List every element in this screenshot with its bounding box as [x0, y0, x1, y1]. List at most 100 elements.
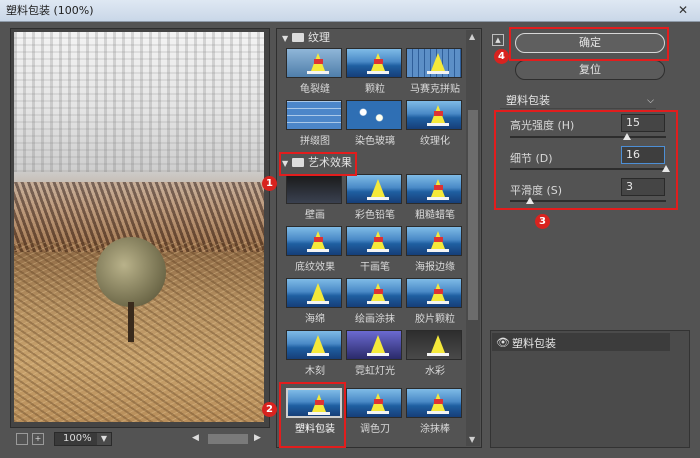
preview-tree: [96, 237, 166, 307]
thumb-label: 海报边缘: [415, 262, 455, 273]
reset-button[interactable]: 复位: [515, 60, 665, 80]
thumb-label: 木刻: [305, 366, 325, 377]
chevron-down-icon: ▼: [97, 433, 111, 445]
category-label: 纹理: [308, 31, 330, 44]
thumb-image: [286, 278, 342, 308]
thumb-image: [406, 100, 462, 130]
thumb-image: [286, 48, 342, 78]
filter-thumb-patchwork[interactable]: 拼缀图: [284, 100, 346, 150]
gallery-scroll-thumb[interactable]: [468, 110, 478, 320]
preview-scrollbar[interactable]: ◀ ▶: [192, 432, 262, 446]
annotation-badge-3: 3: [535, 214, 550, 229]
effect-layer-name: 塑料包装: [512, 337, 556, 350]
thumb-label: 纹理化: [420, 136, 450, 147]
thumb-image: [406, 330, 462, 360]
category-texture[interactable]: ▼ 纹理: [282, 30, 330, 46]
annotation-box-4: [509, 27, 669, 61]
annotation-box-3: [494, 110, 678, 210]
thumb-image: [346, 174, 402, 204]
title-bar: 塑料包装 (100%) ✕: [0, 0, 700, 22]
thumb-label: 调色刀: [360, 424, 390, 435]
thumb-label: 壁画: [305, 210, 325, 221]
filter-thumb-colored-pencil[interactable]: 彩色铅笔: [344, 174, 406, 224]
thumb-label: 拼缀图: [300, 136, 330, 147]
thumb-image: [346, 226, 402, 256]
annotation-badge-1: 1: [262, 176, 277, 191]
preview-trunk: [128, 302, 134, 342]
filter-thumb-texturizer[interactable]: 纹理化: [404, 100, 466, 150]
thumb-image: [406, 388, 462, 418]
scroll-thumb[interactable]: [208, 434, 248, 444]
annotation-box-1: [279, 152, 357, 176]
filter-thumb-stained-glass[interactable]: 染色玻璃: [344, 100, 406, 150]
scroll-up-icon[interactable]: ▲: [469, 32, 475, 41]
filter-gallery-window: 塑料包装 (100%) ✕ + 100% ▼ ◀ ▶ ▲ ▼ ▼ 纹理 龟裂缝: [0, 0, 700, 458]
filter-thumb-neon-glow[interactable]: 霓虹灯光: [344, 330, 406, 380]
eye-icon[interactable]: 👁: [496, 336, 510, 349]
fit-view-icon[interactable]: [16, 433, 28, 445]
close-icon[interactable]: ✕: [672, 3, 694, 19]
filter-thumb-palette-knife[interactable]: 调色刀: [344, 388, 406, 438]
thumb-image: [406, 174, 462, 204]
thumb-image: [346, 388, 402, 418]
expand-triangle-icon: ▼: [282, 34, 289, 43]
filter-thumb-poster-edges[interactable]: 海报边缘: [404, 226, 466, 276]
thumb-image: [346, 330, 402, 360]
filter-thumb-fresco[interactable]: 壁画: [284, 174, 346, 224]
chevron-down-icon: ⌵: [647, 96, 654, 106]
thumb-label: 胶片颗粒: [415, 314, 455, 325]
thumb-label: 颗粒: [365, 84, 385, 95]
thumb-label: 海绵: [305, 314, 325, 325]
window-title: 塑料包装 (100%): [6, 4, 94, 17]
filter-thumb-grain[interactable]: 颗粒: [344, 48, 406, 98]
filter-thumb-sponge[interactable]: 海绵: [284, 278, 346, 328]
thumb-label: 马赛克拼贴: [410, 84, 460, 95]
preview-toolbar: + 100% ▼ ◀ ▶: [14, 432, 264, 448]
filter-thumb-film-grain[interactable]: 胶片颗粒: [404, 278, 466, 328]
thumb-image: [286, 174, 342, 204]
preview-sky-texture: [14, 32, 264, 172]
scroll-left-icon[interactable]: ◀: [192, 433, 202, 443]
thumb-label: 绘画涂抹: [355, 314, 395, 325]
thumb-label: 底纹效果: [295, 262, 335, 273]
thumb-image: [406, 48, 462, 78]
thumb-image: [346, 48, 402, 78]
thumb-label: 龟裂缝: [300, 84, 330, 95]
thumb-image: [286, 330, 342, 360]
filter-thumb-mosaic-tiles[interactable]: 马赛克拼贴: [404, 48, 466, 98]
thumb-label: 霓虹灯光: [355, 366, 395, 377]
filter-select[interactable]: 塑料包装 ⌵: [500, 93, 656, 109]
thumb-image: [406, 226, 462, 256]
thumb-label: 水彩: [425, 366, 445, 377]
thumb-image: [406, 278, 462, 308]
filter-select-value: 塑料包装: [506, 94, 550, 107]
annotation-box-2: [279, 382, 346, 448]
thumb-label: 干画笔: [360, 262, 390, 273]
folder-icon: [292, 33, 304, 42]
thumb-image: [286, 100, 342, 130]
annotation-badge-4: 4: [494, 49, 509, 64]
thumb-label: 染色玻璃: [355, 136, 395, 147]
filter-thumb-smudge-stick[interactable]: 涂抹棒: [404, 388, 466, 438]
filter-thumb-rough-pastels[interactable]: 粗糙蜡笔: [404, 174, 466, 224]
collapse-gallery-icon[interactable]: ▲: [492, 34, 504, 46]
zoom-in-icon[interactable]: +: [32, 433, 44, 445]
filter-thumb-underpainting[interactable]: 底纹效果: [284, 226, 346, 276]
annotation-badge-2: 2: [262, 402, 277, 417]
thumb-image: [346, 100, 402, 130]
filter-thumb-craquelure[interactable]: 龟裂缝: [284, 48, 346, 98]
filter-thumb-cutout[interactable]: 木刻: [284, 330, 346, 380]
preview-image[interactable]: [14, 32, 264, 422]
scroll-down-icon[interactable]: ▼: [469, 435, 475, 444]
thumb-label: 粗糙蜡笔: [415, 210, 455, 221]
zoom-select[interactable]: 100% ▼: [54, 432, 112, 446]
filter-thumb-watercolor[interactable]: 水彩: [404, 330, 466, 380]
thumb-image: [286, 226, 342, 256]
thumb-image: [346, 278, 402, 308]
thumb-label: 彩色铅笔: [355, 210, 395, 221]
filter-thumb-dry-brush[interactable]: 干画笔: [344, 226, 406, 276]
scroll-right-icon[interactable]: ▶: [254, 433, 264, 443]
gallery-scrollbar[interactable]: ▲ ▼: [466, 30, 480, 446]
thumb-label: 涂抹棒: [420, 424, 450, 435]
filter-thumb-paint-daubs[interactable]: 绘画涂抹: [344, 278, 406, 328]
